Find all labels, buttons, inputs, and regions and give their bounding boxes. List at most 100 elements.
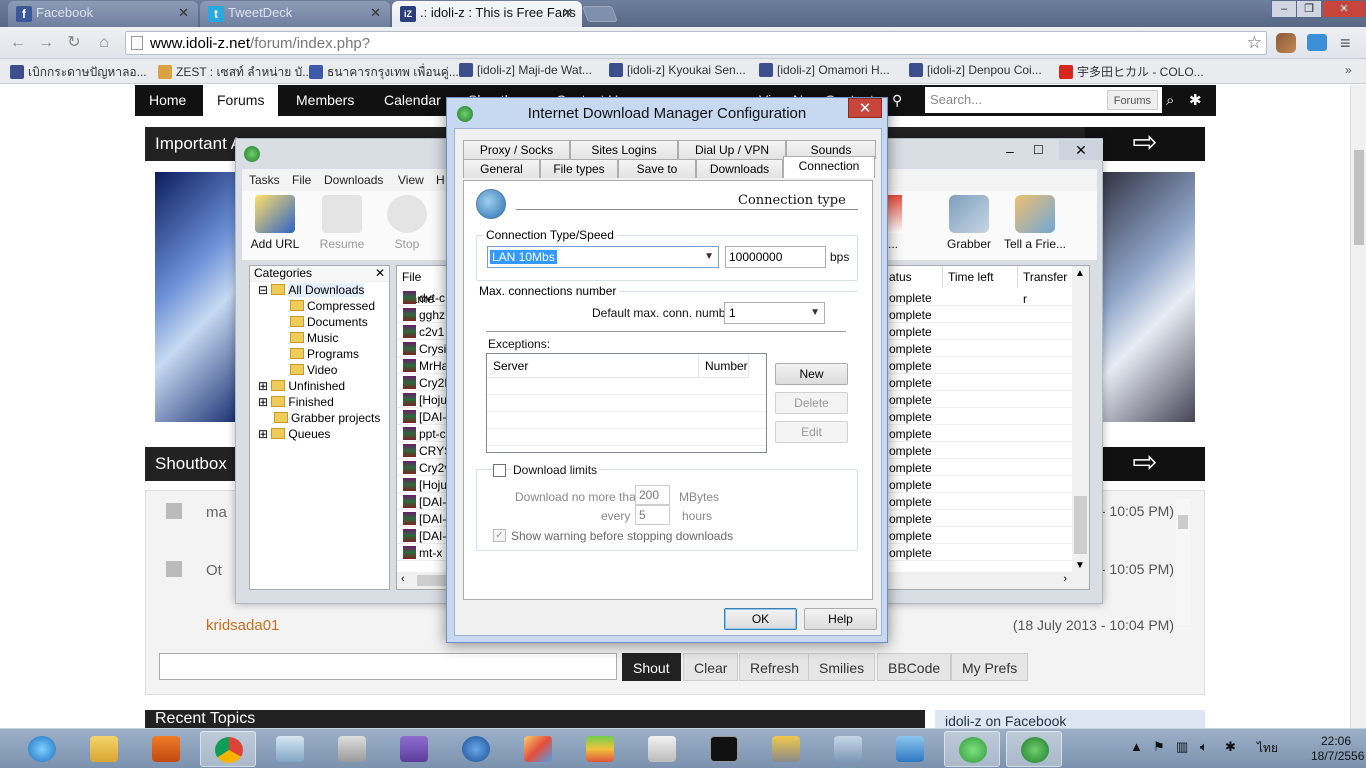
idm-taskbar-icon[interactable] bbox=[1006, 731, 1062, 767]
bookmark-item[interactable]: 宇多田ヒカル - COLO... bbox=[1059, 63, 1204, 80]
tab-dial-up[interactable]: Dial Up / VPN bbox=[678, 140, 786, 159]
menu-icon[interactable]: ≡ bbox=[1340, 33, 1351, 54]
site-search[interactable]: Search... Forums bbox=[925, 87, 1162, 113]
gear-icon[interactable]: ✱ bbox=[1189, 85, 1202, 116]
category-programs[interactable]: Programs bbox=[290, 347, 359, 361]
bookmark-item[interactable]: [idoli-z] Denpou Coi... bbox=[909, 63, 1042, 77]
task-manager-icon[interactable] bbox=[820, 731, 876, 767]
tab-idoli-z[interactable]: iZ .: idoli-z : This is Free Fans ✕ bbox=[392, 1, 582, 27]
tab-facebook[interactable]: f Facebook ✕ bbox=[8, 1, 198, 27]
volume-icon[interactable]: 🔈︎ bbox=[1200, 739, 1208, 755]
nav-members[interactable]: Members bbox=[296, 85, 354, 116]
add-url-button[interactable]: Add URL bbox=[245, 193, 305, 251]
scroll-thumb[interactable] bbox=[1178, 515, 1188, 529]
scroll-thumb[interactable] bbox=[1074, 496, 1087, 554]
clear-button[interactable]: Clear bbox=[683, 653, 739, 681]
search-icon[interactable]: ⌕ bbox=[1166, 85, 1174, 116]
bookmark-item[interactable]: ธนาคารกรุงเทพ เพื่อนคู่... bbox=[309, 63, 459, 82]
smilies-button[interactable]: Smilies bbox=[808, 653, 876, 681]
close-window-button[interactable]: ✕ bbox=[1322, 0, 1366, 18]
more-bookmarks-icon[interactable]: » bbox=[1345, 63, 1352, 77]
search-scope[interactable]: Forums bbox=[1106, 90, 1158, 110]
menu-file[interactable]: File bbox=[292, 173, 311, 187]
edit-button[interactable]: Edit bbox=[775, 421, 848, 443]
category-all-downloads[interactable]: ⊟ All Downloads bbox=[258, 283, 365, 297]
location-icon[interactable]: ⚲ bbox=[892, 85, 902, 116]
category-queues[interactable]: ⊞ Queues bbox=[258, 427, 330, 441]
language-indicator[interactable]: ไทย bbox=[1257, 739, 1278, 758]
back-icon[interactable]: ← bbox=[8, 33, 28, 53]
category-video[interactable]: Video bbox=[290, 363, 337, 377]
show-hidden-icons[interactable]: ▲ bbox=[1130, 739, 1143, 754]
hours-input[interactable]: 5 bbox=[635, 505, 670, 525]
nav-forums[interactable]: Forums bbox=[203, 85, 279, 116]
internet-explorer-icon[interactable] bbox=[14, 731, 70, 767]
new-button[interactable]: New bbox=[775, 363, 848, 385]
column-time-left[interactable]: Time left bbox=[943, 266, 1018, 288]
ok-button[interactable]: OK bbox=[724, 608, 797, 630]
search-input[interactable]: Search... bbox=[930, 92, 982, 107]
menu-help[interactable]: H bbox=[436, 173, 445, 187]
menu-tasks[interactable]: Tasks bbox=[249, 173, 280, 187]
file-explorer-icon[interactable] bbox=[76, 731, 132, 767]
new-tab-button[interactable] bbox=[582, 6, 618, 22]
home-icon[interactable]: ⌂ bbox=[94, 33, 114, 53]
visual-studio-icon[interactable] bbox=[386, 731, 442, 767]
stop-button[interactable]: Stop bbox=[377, 193, 437, 251]
list-vertical-scrollbar[interactable]: ▲ ▼ bbox=[1072, 266, 1089, 589]
tab-proxy[interactable]: Proxy / Socks bbox=[463, 140, 570, 159]
category-grabber-projects[interactable]: Grabber projects bbox=[274, 411, 380, 425]
network-icon[interactable]: ▥ bbox=[1176, 739, 1188, 755]
column-status[interactable]: atus bbox=[883, 266, 943, 288]
category-compressed[interactable]: Compressed bbox=[290, 299, 375, 313]
speed-input[interactable]: 10000000 bbox=[725, 246, 826, 268]
default-max-select[interactable]: 1 ▼ bbox=[724, 302, 825, 324]
bookmark-item[interactable]: [idoli-z] Omamori H... bbox=[759, 63, 890, 77]
tab-connection[interactable]: Connection bbox=[783, 156, 875, 178]
tab-file-types[interactable]: File types bbox=[540, 159, 618, 178]
bookmark-item[interactable]: ZEST : เซสท์ ลำหน่าย บั... bbox=[158, 63, 312, 82]
shout-input[interactable] bbox=[159, 653, 617, 680]
delete-button[interactable]: Delete bbox=[775, 392, 848, 414]
tell-a-friend-button[interactable]: Tell a Frie... bbox=[1000, 193, 1070, 251]
gamepad-icon[interactable] bbox=[634, 731, 690, 767]
shout-user[interactable]: Ot bbox=[206, 562, 222, 579]
minimize-button[interactable]: ‒ bbox=[1006, 143, 1014, 159]
download-limits-checkbox[interactable] bbox=[493, 464, 506, 477]
tab-general[interactable]: General bbox=[463, 159, 540, 178]
connection-type-select[interactable]: LAN 10Mbs ▼ bbox=[487, 246, 719, 268]
my-prefs-button[interactable]: My Prefs bbox=[951, 653, 1029, 681]
close-icon[interactable]: ✕ bbox=[375, 266, 385, 280]
close-button[interactable]: ✕ bbox=[1059, 140, 1103, 160]
calculator-icon[interactable] bbox=[324, 731, 380, 767]
tab-sites-logins[interactable]: Sites Logins bbox=[570, 140, 678, 159]
close-dialog-button[interactable]: ✕ bbox=[848, 98, 882, 118]
column-transfer-rate[interactable]: Transfer r bbox=[1018, 266, 1073, 306]
category-finished[interactable]: ⊞ Finished bbox=[258, 395, 334, 409]
forward-icon[interactable]: → bbox=[36, 33, 56, 53]
mbytes-input[interactable]: 200 bbox=[635, 485, 670, 505]
scroll-down-icon[interactable]: ▼ bbox=[1075, 560, 1085, 571]
bookmark-item[interactable]: [idoli-z] Kyoukai Sen... bbox=[609, 63, 746, 77]
close-tab-icon[interactable]: ✕ bbox=[178, 1, 189, 25]
reload-icon[interactable]: ↻ bbox=[64, 33, 84, 53]
tab-save-to[interactable]: Save to bbox=[618, 159, 696, 178]
menu-downloads[interactable]: Downloads bbox=[324, 173, 383, 187]
nav-home[interactable]: Home bbox=[149, 85, 186, 116]
bluetooth-icon[interactable]: ✱ bbox=[1225, 739, 1236, 755]
show-warning-checkbox[interactable]: ✓ bbox=[493, 529, 506, 542]
category-documents[interactable]: Documents bbox=[290, 315, 368, 329]
category-music[interactable]: Music bbox=[290, 331, 338, 345]
paint-icon[interactable] bbox=[510, 731, 566, 767]
bluestacks-icon[interactable] bbox=[572, 731, 628, 767]
maximize-button[interactable]: ☐ bbox=[1033, 143, 1044, 157]
page-scrollbar[interactable] bbox=[1350, 85, 1366, 728]
chat-extension-icon[interactable] bbox=[1307, 34, 1327, 51]
flag-icon[interactable]: ⚑ bbox=[1153, 739, 1165, 755]
instagram-icon[interactable] bbox=[1276, 33, 1296, 53]
scroll-right-icon[interactable]: › bbox=[1063, 573, 1067, 585]
nav-calendar[interactable]: Calendar bbox=[384, 85, 441, 116]
grabber-button[interactable]: Grabber bbox=[939, 193, 999, 251]
help-button[interactable]: Help bbox=[804, 608, 877, 630]
shout-button[interactable]: Shout bbox=[622, 653, 681, 681]
